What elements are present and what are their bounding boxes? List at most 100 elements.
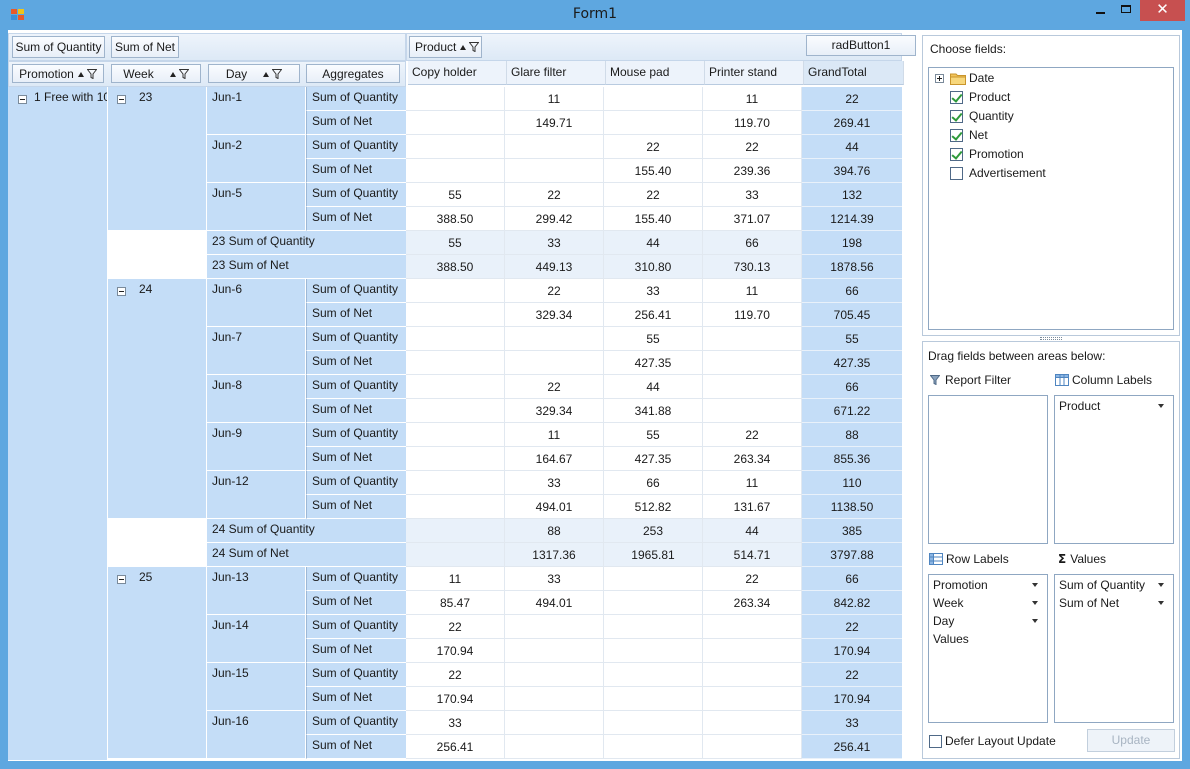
aggregate-label[interactable]: Sum of Net [306, 495, 406, 519]
subtotal-cell[interactable] [406, 519, 505, 543]
data-cell[interactable]: 299.42 [505, 207, 604, 231]
data-cell[interactable] [505, 735, 604, 759]
sum-of-quantity-button[interactable]: Sum of Quantity [12, 36, 105, 58]
data-cell[interactable]: 22 [703, 567, 802, 591]
data-cell[interactable] [703, 663, 802, 687]
subtotal-label[interactable]: 23 Sum of Quantity [207, 231, 406, 255]
data-cell[interactable] [505, 663, 604, 687]
data-cell[interactable]: 22 [604, 135, 703, 159]
data-cell[interactable] [703, 711, 802, 735]
row-labels-box[interactable]: Promotion Week Day Values [928, 574, 1048, 723]
aggregate-label[interactable]: Sum of Net [306, 447, 406, 471]
data-cell[interactable]: 22 [406, 615, 505, 639]
data-cell[interactable]: 494.01 [505, 495, 604, 519]
data-cell[interactable]: 119.70 [703, 303, 802, 327]
subtotal-label[interactable]: 23 Sum of Net [207, 255, 406, 279]
data-cell[interactable] [406, 87, 505, 111]
data-cell[interactable] [406, 135, 505, 159]
minimize-button[interactable] [1088, 0, 1112, 21]
data-cell[interactable]: 55 [604, 423, 703, 447]
grand-total-cell[interactable]: 671.22 [802, 399, 902, 423]
data-cell[interactable]: 85.47 [406, 591, 505, 615]
sum-of-net-button[interactable]: Sum of Net [111, 36, 179, 58]
data-cell[interactable]: 55 [604, 327, 703, 351]
subtotal-cell[interactable]: 388.50 [406, 255, 505, 279]
grand-total-cell[interactable]: 842.82 [802, 591, 902, 615]
day-cell[interactable]: Jun-6 [207, 279, 306, 327]
day-cell[interactable]: Jun-5 [207, 183, 306, 231]
data-cell[interactable]: 371.07 [703, 207, 802, 231]
net-checkbox[interactable] [950, 129, 963, 142]
aggregate-label[interactable]: Sum of Net [306, 735, 406, 759]
subtotal-grand-total-cell[interactable]: 198 [802, 231, 902, 255]
aggregate-label[interactable]: Sum of Net [306, 159, 406, 183]
day-cell[interactable]: Jun-13 [207, 567, 306, 615]
data-cell[interactable] [505, 159, 604, 183]
grand-total-cell[interactable]: 170.94 [802, 639, 902, 663]
data-cell[interactable] [505, 639, 604, 663]
aggregate-label[interactable]: Sum of Quantity [306, 87, 406, 111]
data-cell[interactable]: 119.70 [703, 111, 802, 135]
filter-icon[interactable] [86, 69, 97, 79]
filter-icon[interactable] [469, 42, 480, 52]
data-cell[interactable]: 170.94 [406, 639, 505, 663]
data-cell[interactable]: 33 [703, 183, 802, 207]
data-cell[interactable]: 66 [604, 471, 703, 495]
dropdown-icon[interactable] [1158, 583, 1164, 587]
aggregate-label[interactable]: Sum of Quantity [306, 423, 406, 447]
aggregate-label[interactable]: Sum of Quantity [306, 183, 406, 207]
quantity-checkbox[interactable] [950, 110, 963, 123]
grand-total-cell[interactable]: 66 [802, 279, 902, 303]
data-cell[interactable] [406, 447, 505, 471]
data-cell[interactable] [406, 159, 505, 183]
aggregate-label[interactable]: Sum of Quantity [306, 327, 406, 351]
subtotal-cell[interactable]: 55 [406, 231, 505, 255]
data-cell[interactable] [703, 351, 802, 375]
grand-total-header[interactable]: GrandTotal [804, 61, 904, 85]
data-cell[interactable] [505, 615, 604, 639]
data-cell[interactable]: 155.40 [604, 159, 703, 183]
grand-total-cell[interactable]: 33 [802, 711, 902, 735]
data-cell[interactable]: 22 [505, 279, 604, 303]
aggregate-label[interactable]: Sum of Quantity [306, 711, 406, 735]
field-net[interactable]: Net [929, 126, 1169, 145]
grand-total-cell[interactable]: 55 [802, 327, 902, 351]
grand-total-cell[interactable]: 22 [802, 663, 902, 687]
subtotal-grand-total-cell[interactable]: 1878.56 [802, 255, 902, 279]
aggregate-label[interactable]: Sum of Net [306, 591, 406, 615]
data-cell[interactable] [604, 111, 703, 135]
data-cell[interactable] [406, 351, 505, 375]
data-cell[interactable] [703, 639, 802, 663]
field-advertisement[interactable]: Advertisement [929, 164, 1169, 183]
row-item-week[interactable]: Week [933, 594, 1043, 612]
data-cell[interactable]: 11 [703, 471, 802, 495]
aggregate-label[interactable]: Sum of Quantity [306, 615, 406, 639]
data-cell[interactable] [703, 327, 802, 351]
subtotal-cell[interactable]: 514.71 [703, 543, 802, 567]
data-cell[interactable]: 22 [505, 375, 604, 399]
data-cell[interactable]: 11 [505, 87, 604, 111]
aggregate-label[interactable]: Sum of Quantity [306, 471, 406, 495]
row-item-day[interactable]: Day [933, 612, 1043, 630]
data-cell[interactable]: 512.82 [604, 495, 703, 519]
collapse-icon[interactable] [117, 95, 126, 104]
week-field-button[interactable]: Week [111, 64, 201, 83]
data-cell[interactable]: 131.67 [703, 495, 802, 519]
week-cell[interactable]: 24 [108, 279, 207, 519]
data-cell[interactable]: 11 [406, 567, 505, 591]
filter-icon[interactable] [178, 69, 189, 79]
column-header[interactable]: Glare filter [507, 61, 606, 85]
data-cell[interactable] [604, 87, 703, 111]
aggregate-label[interactable]: Sum of Net [306, 111, 406, 135]
subtotal-cell[interactable]: 1965.81 [604, 543, 703, 567]
promotion-cell[interactable]: 1 Free with 10 [8, 87, 108, 761]
filter-icon[interactable] [272, 69, 283, 79]
subtotal-cell[interactable]: 66 [703, 231, 802, 255]
data-cell[interactable] [604, 639, 703, 663]
data-cell[interactable]: 427.35 [604, 351, 703, 375]
day-cell[interactable]: Jun-9 [207, 423, 306, 471]
grand-total-cell[interactable]: 170.94 [802, 687, 902, 711]
splitter-grip[interactable] [1040, 337, 1062, 340]
subtotal-cell[interactable]: 44 [604, 231, 703, 255]
defer-layout-update[interactable]: Defer Layout Update [929, 734, 1056, 748]
